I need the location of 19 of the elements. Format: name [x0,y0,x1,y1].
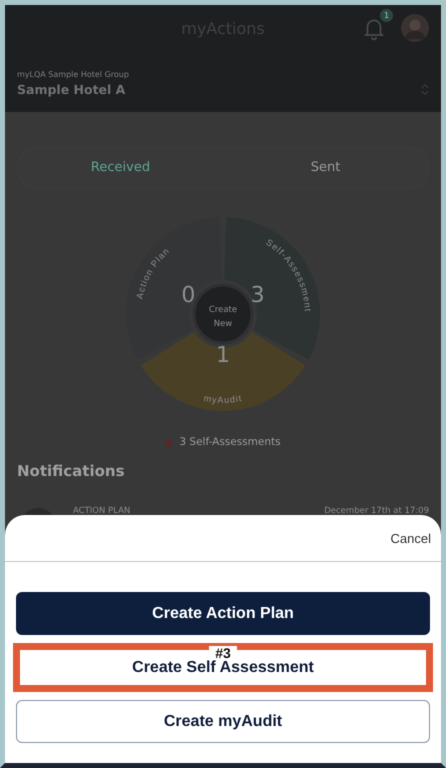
notification-time: December 17th at 17:09 [324,506,429,516]
group-label: myLQA Sample Hotel Group [17,70,130,79]
wheel-segment[interactable] [140,332,306,411]
create-button[interactable]: Create myAudit [16,700,430,743]
legend-label: 3 Self-Assessments [179,436,281,448]
tab[interactable]: Received [18,148,223,188]
notification-type: ACTION PLAN [73,506,130,516]
create-button[interactable]: Create Action Plan [16,592,430,635]
segment-count: 1 [216,343,230,368]
avatar[interactable] [401,14,429,42]
segment-count: 3 [250,283,265,308]
annotation-label: #3 [209,646,237,660]
section-title: Notifications [17,462,126,480]
cancel-button[interactable]: Cancel [386,526,435,550]
segment-label: myAudit [203,392,244,406]
hotel-name: Sample Hotel A [17,82,126,97]
notification-badge: 1 [380,9,393,22]
sort-icon[interactable] [421,83,429,96]
tab[interactable]: Sent [223,148,428,188]
